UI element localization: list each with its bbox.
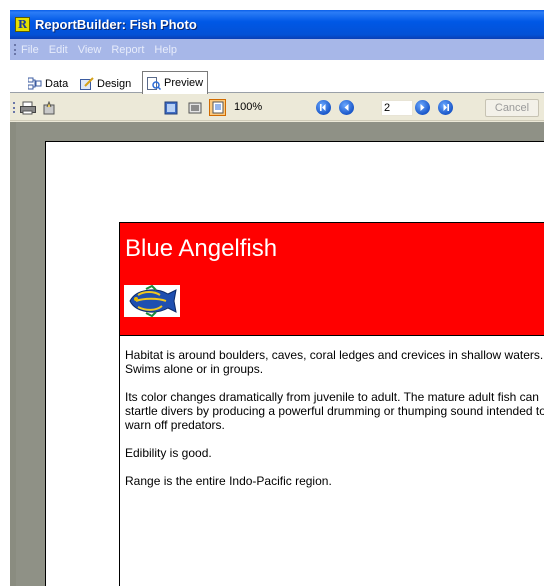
tab-preview[interactable]: Preview — [142, 71, 209, 94]
app-icon: R — [15, 17, 30, 32]
report-body: Habitat is around boulders, caves, coral… — [125, 348, 544, 502]
page-number-input[interactable]: 2 — [381, 100, 413, 116]
page-width-icon — [188, 102, 201, 113]
page-width-button[interactable] — [186, 99, 203, 116]
report-header-band: Blue Angelfish — [120, 223, 544, 336]
export-icon — [43, 100, 54, 114]
paragraph-range: Range is the entire Indo-Pacific region. — [125, 474, 332, 488]
next-page-button[interactable] — [415, 100, 430, 115]
first-page-button[interactable] — [316, 100, 331, 115]
data-icon — [27, 77, 42, 90]
zoom-level[interactable]: 100% — [234, 101, 262, 113]
export-button[interactable] — [40, 99, 57, 116]
print-button[interactable] — [19, 99, 36, 116]
tab-bar: Data Design Preview — [10, 60, 544, 94]
preview-icon — [147, 76, 162, 90]
menu-report[interactable]: Report — [111, 44, 144, 56]
menu-bar: File Edit View Report Help — [10, 39, 544, 60]
paragraph-habitat: Habitat is around boulders, caves, coral… — [125, 348, 544, 376]
menu-edit[interactable]: Edit — [49, 44, 68, 56]
cancel-button[interactable]: Cancel — [485, 99, 539, 117]
whole-page-icon — [164, 101, 177, 114]
prev-page-button[interactable] — [339, 100, 354, 115]
next-page-icon — [420, 104, 425, 111]
toolbar-grip[interactable] — [13, 102, 16, 113]
preview-canvas: Blue Angelfish Habitat is around boulder… — [16, 122, 544, 586]
whole-page-button[interactable] — [162, 99, 179, 116]
full-size-icon — [212, 101, 223, 114]
fish-photo — [124, 284, 180, 318]
preview-area[interactable]: Blue Angelfish Habitat is around boulder… — [10, 122, 544, 586]
menu-help[interactable]: Help — [154, 44, 177, 56]
prev-page-icon — [344, 104, 349, 111]
tab-preview-label: Preview — [164, 77, 204, 89]
tab-design[interactable]: Design — [76, 74, 135, 93]
preview-toolbar: 100% 2 Cancel — [10, 94, 544, 121]
design-icon — [80, 77, 94, 90]
menu-file[interactable]: File — [21, 44, 39, 56]
full-size-button[interactable] — [209, 99, 226, 116]
paragraph-edibility: Edibility is good. — [125, 446, 212, 460]
menu-view[interactable]: View — [78, 44, 102, 56]
last-page-button[interactable] — [438, 100, 453, 115]
window-title: ReportBuilder: Fish Photo — [35, 17, 197, 32]
tab-data[interactable]: Data — [24, 74, 72, 93]
first-page-icon — [320, 104, 326, 111]
report-builder-window: R ReportBuilder: Fish Photo File Edit Vi… — [10, 10, 544, 586]
last-page-icon — [443, 104, 449, 111]
title-bar[interactable]: R ReportBuilder: Fish Photo — [10, 10, 544, 39]
print-icon — [19, 101, 36, 114]
menu-grip[interactable] — [14, 44, 17, 55]
tab-design-label: Design — [97, 77, 132, 90]
tab-data-label: Data — [45, 77, 69, 90]
paragraph-color: Its color changes dramatically from juve… — [125, 390, 544, 432]
report-page: Blue Angelfish Habitat is around boulder… — [45, 141, 544, 586]
report-title: Blue Angelfish — [125, 235, 278, 262]
report-content: Blue Angelfish Habitat is around boulder… — [119, 222, 544, 586]
